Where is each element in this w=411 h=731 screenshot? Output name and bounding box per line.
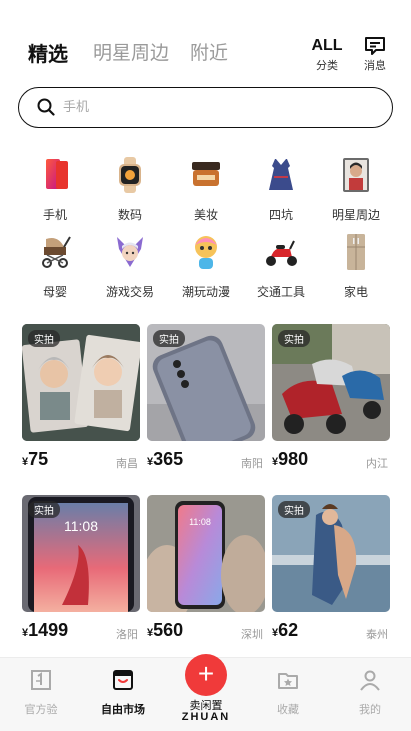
product-price: ¥1499	[22, 620, 68, 641]
product-price: ¥560	[147, 620, 183, 641]
product-city: 内江	[366, 457, 388, 470]
category-label: 数码	[117, 208, 142, 222]
nav-label: 自由市场	[101, 703, 145, 716]
category-digital[interactable]: 数码	[90, 156, 170, 223]
product-city: 南昌	[116, 457, 138, 470]
product-image-tablet: 11:08 实拍	[22, 495, 140, 612]
live-photo-badge: 实拍	[278, 330, 310, 347]
product-city: 深圳	[241, 628, 263, 641]
live-photo-badge: 实拍	[278, 501, 310, 518]
star-photo-icon	[337, 156, 375, 194]
phone-icon	[36, 156, 74, 194]
nav-label: 收藏	[277, 703, 299, 716]
all-text: ALL	[311, 37, 343, 54]
product-image-painting: 实拍	[272, 495, 390, 612]
category-label: 母婴	[42, 285, 67, 299]
category-label: 手机	[42, 208, 67, 222]
category-label: 交通工具	[256, 285, 305, 299]
fridge-icon	[337, 233, 375, 271]
svg-text:11:08: 11:08	[64, 518, 98, 534]
brand-logo: ZHUAN	[181, 711, 231, 723]
product-card[interactable]: 实拍 ¥75 南昌	[22, 324, 140, 470]
price-value: 75	[28, 449, 49, 469]
nav-label: 我的	[359, 703, 381, 716]
verify-icon	[11, 668, 71, 696]
tab-featured[interactable]: 精选	[28, 38, 68, 67]
message-icon	[357, 36, 393, 56]
tab-nearby[interactable]: 附近	[190, 38, 228, 65]
product-card[interactable]: 实拍 ¥980 内江	[272, 324, 390, 470]
product-card[interactable]: 实拍 ¥62 泰州	[272, 495, 390, 641]
price-value: 1499	[28, 620, 69, 640]
category-label: 潮玩动漫	[181, 285, 230, 299]
category-appliances[interactable]: 家电	[316, 233, 396, 300]
product-city: 泰州	[366, 628, 388, 641]
category-label: 分类	[316, 59, 338, 72]
product-city: 南阳	[241, 457, 263, 470]
price-value: 980	[278, 449, 309, 469]
product-image-phone-back: 实拍	[147, 324, 265, 441]
category-star-merch[interactable]: 明星周边	[316, 156, 396, 223]
product-price: ¥980	[272, 449, 308, 470]
favorite-folder-icon	[258, 668, 318, 696]
category-toys-anime[interactable]: 潮玩动漫	[166, 233, 246, 300]
product-card[interactable]: 实拍 ¥365 南阳	[147, 324, 265, 470]
watch-icon	[111, 156, 149, 194]
category-label: 美妆	[193, 208, 218, 222]
stroller-icon	[36, 233, 74, 271]
product-image-phone-front: 11:08	[147, 495, 265, 612]
product-price: ¥75	[22, 449, 48, 470]
tab-star-merch[interactable]: 明星周边	[93, 38, 169, 65]
sell-plus-button[interactable]: +	[185, 654, 227, 696]
nav-favorites[interactable]: 收藏	[258, 668, 318, 717]
price-value: 365	[153, 449, 184, 469]
dress-icon	[262, 156, 300, 194]
toy-figure-icon	[187, 233, 225, 271]
svg-text:11:08: 11:08	[189, 517, 211, 527]
top-header: 精选 明星周边 附近 ALL 分类 消息	[0, 0, 411, 80]
cosmetics-icon	[187, 156, 225, 194]
nav-label: 官方验	[24, 703, 58, 716]
game-character-icon	[111, 233, 149, 271]
search-bar[interactable]	[18, 87, 393, 128]
category-label: 家电	[343, 285, 368, 299]
message-label: 消息	[364, 59, 386, 72]
market-icon	[93, 668, 153, 696]
product-price: ¥365	[147, 449, 183, 470]
nav-mine[interactable]: 我的	[340, 668, 400, 717]
message-button[interactable]: 消息	[357, 36, 393, 73]
profile-icon	[340, 668, 400, 696]
product-price: ¥62	[272, 620, 298, 641]
category-label: 四坑	[268, 208, 293, 222]
category-game-trade[interactable]: 游戏交易	[90, 233, 170, 300]
product-image-photo-cards: 实拍	[22, 324, 140, 441]
nav-official-verify[interactable]: 官方验	[11, 668, 71, 717]
scooter-icon	[262, 233, 300, 271]
category-outfits[interactable]: 四坑	[241, 156, 321, 223]
live-photo-badge: 实拍	[153, 330, 185, 347]
category-button[interactable]: ALL 分类	[309, 36, 345, 73]
product-card[interactable]: 11:08 ¥560 深圳	[147, 495, 265, 641]
search-icon	[37, 98, 55, 120]
price-value: 560	[153, 620, 184, 640]
category-cosmetics[interactable]: 美妆	[166, 156, 246, 223]
product-city: 洛阳	[116, 628, 138, 641]
product-image-scooters: 实拍	[272, 324, 390, 441]
live-photo-badge: 实拍	[28, 330, 60, 347]
price-value: 62	[278, 620, 299, 640]
product-card[interactable]: 11:08 实拍 ¥1499 洛阳	[22, 495, 140, 641]
live-photo-badge: 实拍	[28, 501, 60, 518]
category-baby[interactable]: 母婴	[15, 233, 95, 300]
category-phone[interactable]: 手机	[15, 156, 95, 223]
search-input[interactable]	[63, 96, 363, 118]
category-label: 游戏交易	[105, 285, 154, 299]
nav-free-market[interactable]: 自由市场	[93, 668, 153, 717]
app-screen: 精选 明星周边 附近 ALL 分类 消息 手机 手机 数码 美妆 四坑 明星周边…	[0, 0, 411, 731]
category-label: 明星周边	[331, 208, 380, 222]
plus-icon: +	[197, 658, 215, 689]
category-vehicles[interactable]: 交通工具	[241, 233, 321, 300]
